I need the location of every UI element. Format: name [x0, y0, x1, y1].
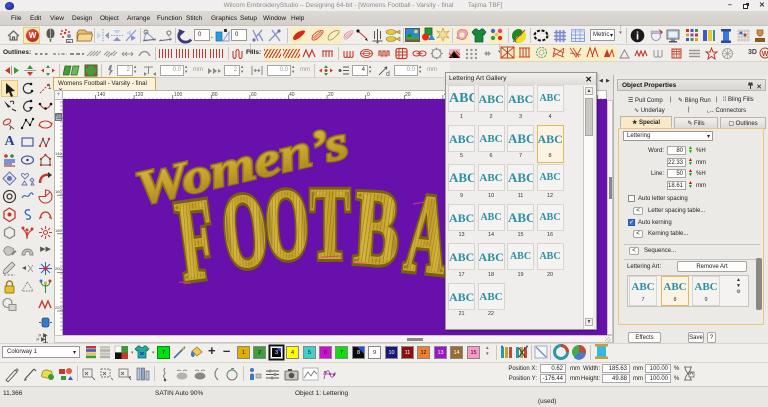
svg-text:O: O	[262, 167, 311, 282]
svg-text:1: 1	[48, 85, 52, 91]
svg-text:i: i	[636, 31, 639, 43]
svg-text:W: W	[762, 51, 768, 58]
svg-text:B: B	[352, 170, 402, 288]
svg-text:T: T	[310, 168, 350, 282]
svg-text:d: d	[386, 71, 390, 77]
